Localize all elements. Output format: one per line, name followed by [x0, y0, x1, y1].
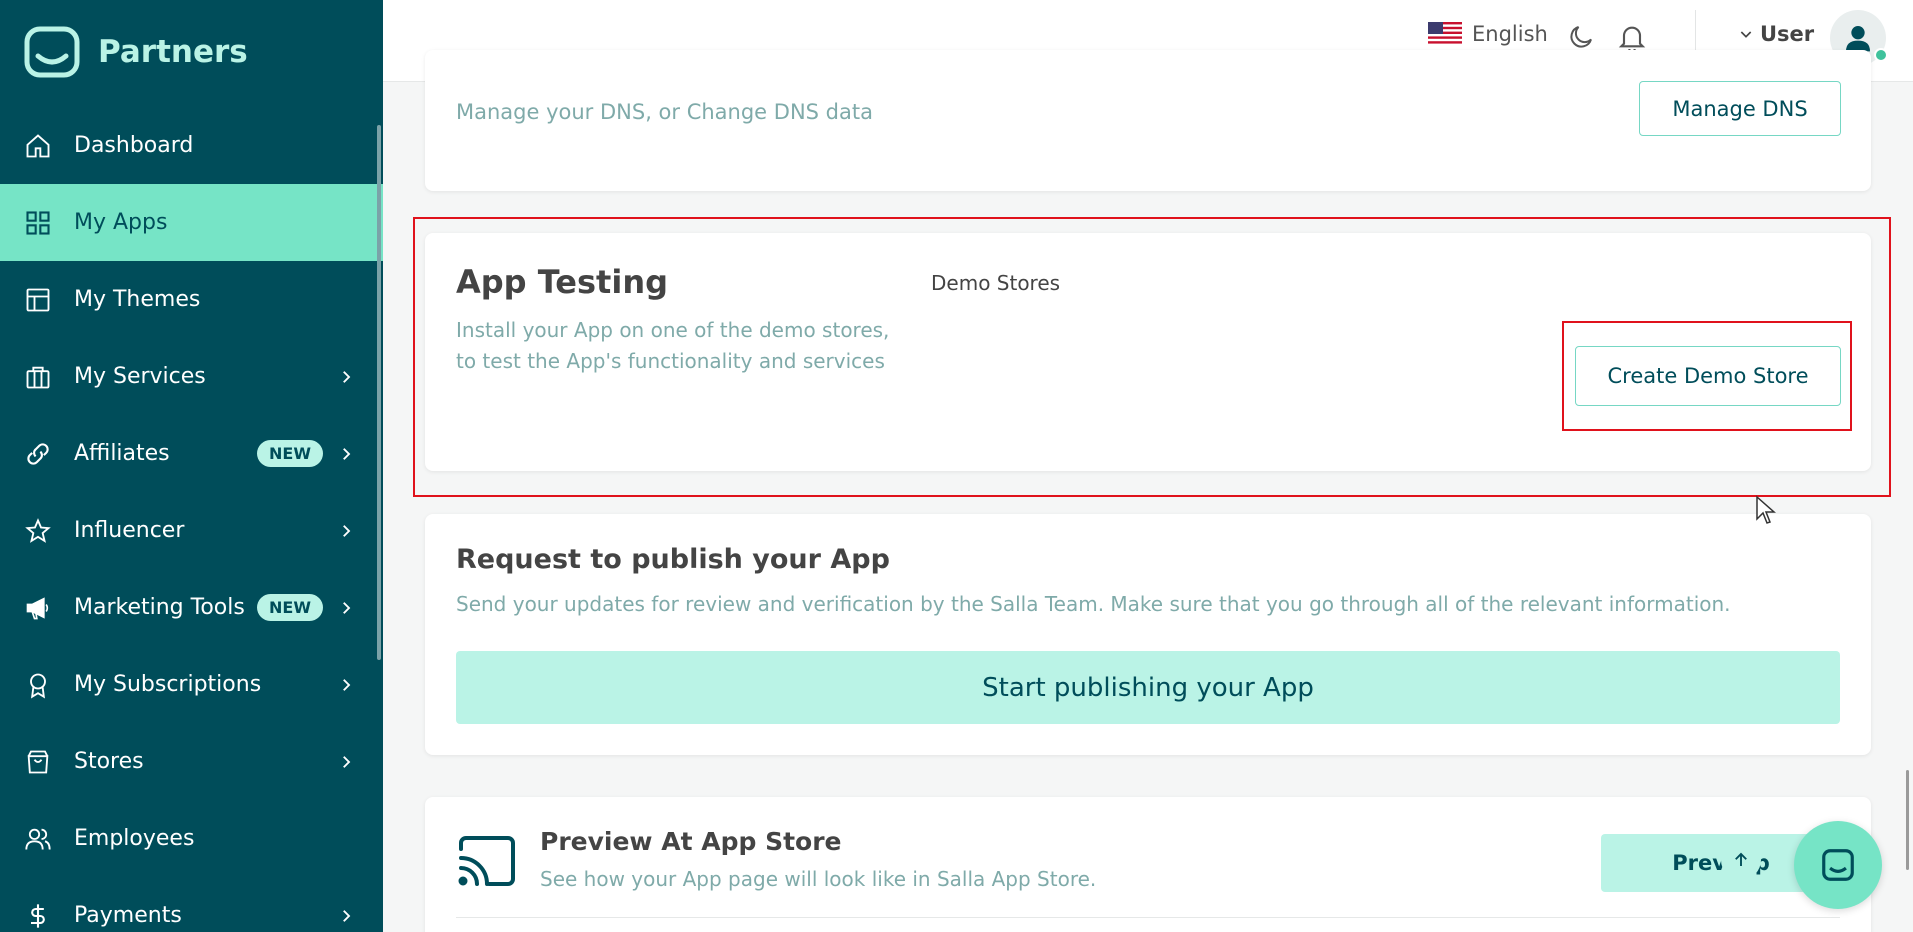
cast-icon	[458, 836, 515, 886]
dns-description: Manage your DNS, or Change DNS data	[456, 100, 873, 124]
user-label: User	[1760, 22, 1815, 46]
preview-description: See how your App page will look like in …	[540, 867, 1097, 891]
brand[interactable]: Partners	[24, 26, 248, 78]
demo-stores-label: Demo Stores	[931, 271, 1061, 295]
page-scrollbar[interactable]	[1906, 770, 1909, 870]
app-testing-title: App Testing	[456, 263, 668, 301]
sidebar-item-label: Payments	[74, 903, 182, 928]
sidebar: Partners Dashboard My Apps My Themes My …	[0, 0, 383, 932]
sidebar-item-marketing-tools[interactable]: Marketing Tools NEW	[0, 569, 383, 646]
layout-icon	[24, 286, 52, 314]
divider	[456, 917, 1840, 918]
dollar-icon	[24, 902, 52, 930]
us-flag-icon	[1428, 22, 1462, 46]
users-icon	[24, 825, 52, 853]
sidebar-item-my-services[interactable]: My Services	[0, 338, 383, 415]
arrow-up-icon	[1735, 852, 1747, 866]
mouse-cursor-icon	[1756, 495, 1776, 524]
create-demo-store-button[interactable]: Create Demo Store	[1575, 346, 1841, 406]
sidebar-item-label: My Services	[74, 364, 206, 389]
user-menu[interactable]: User	[1738, 22, 1814, 46]
publish-title: Request to publish your App	[456, 544, 890, 575]
scroll-to-top-button[interactable]	[1721, 840, 1761, 880]
moon-icon[interactable]	[1566, 22, 1596, 52]
start-publishing-button[interactable]: Start publishing your App	[456, 651, 1840, 724]
award-icon	[24, 671, 52, 699]
online-status-dot	[1874, 48, 1888, 62]
sidebar-item-influencer[interactable]: Influencer	[0, 492, 383, 569]
language-switcher[interactable]: English	[1428, 22, 1548, 46]
grid-icon	[24, 209, 52, 237]
brand-name: Partners	[98, 34, 248, 70]
sidebar-item-payments[interactable]: Payments	[0, 877, 383, 932]
sidebar-item-label: Influencer	[74, 518, 185, 543]
app-testing-card: App Testing Install your App on one of t…	[425, 233, 1871, 471]
preview-card: Preview At App Store See how your App pa…	[425, 797, 1871, 932]
chevron-right-icon	[343, 678, 351, 691]
sidebar-item-label: Dashboard	[74, 133, 194, 158]
sidebar-item-label: Affiliates	[74, 441, 170, 466]
chevron-down-icon	[1740, 31, 1752, 38]
language-label: English	[1472, 22, 1548, 46]
sidebar-item-dashboard[interactable]: Dashboard	[0, 107, 383, 184]
bell-icon[interactable]	[1616, 20, 1648, 54]
sidebar-item-label: My Subscriptions	[74, 672, 262, 697]
sidebar-item-label: Marketing Tools	[74, 595, 245, 620]
sidebar-item-label: Stores	[74, 749, 144, 774]
home-icon	[24, 132, 52, 160]
sidebar-item-label: My Apps	[74, 210, 168, 235]
sidebar-item-stores[interactable]: Stores	[0, 723, 383, 800]
dns-card: Manage your DNS, or Change DNS data Mana…	[425, 50, 1871, 191]
chevron-right-icon	[343, 601, 351, 614]
sidebar-item-affiliates[interactable]: Affiliates NEW	[0, 415, 383, 492]
chevron-right-icon	[343, 909, 351, 922]
sidebar-item-label: Employees	[74, 826, 195, 851]
sidebar-item-employees[interactable]: Employees	[0, 800, 383, 877]
sidebar-item-my-apps[interactable]: My Apps	[0, 184, 383, 261]
shopping-bag-icon	[24, 748, 52, 776]
chevron-right-icon	[343, 524, 351, 537]
app-testing-description: Install your App on one of the demo stor…	[456, 318, 890, 373]
sidebar-item-label: My Themes	[74, 287, 201, 312]
sidebar-item-my-subscriptions[interactable]: My Subscriptions	[0, 646, 383, 723]
partners-logo-icon	[24, 26, 80, 78]
megaphone-icon	[24, 594, 52, 622]
link-icon	[24, 440, 52, 468]
chevron-right-icon	[343, 755, 351, 768]
briefcase-icon	[24, 363, 52, 391]
sidebar-scrollbar[interactable]	[377, 125, 381, 660]
publish-card: Request to publish your App Send your up…	[425, 514, 1871, 755]
new-badge: NEW	[257, 594, 323, 621]
star-icon	[24, 517, 52, 545]
publish-description: Send your updates for review and verific…	[456, 592, 1731, 616]
manage-dns-button[interactable]: Manage DNS	[1639, 81, 1841, 136]
chat-icon	[1822, 849, 1854, 881]
chevron-right-icon	[343, 447, 351, 460]
sidebar-item-my-themes[interactable]: My Themes	[0, 261, 383, 338]
chevron-right-icon	[343, 370, 351, 383]
sidebar-nav: Dashboard My Apps My Themes My Services	[0, 107, 383, 932]
chat-launcher-button[interactable]	[1794, 821, 1882, 909]
preview-title: Preview At App Store	[540, 827, 842, 856]
new-badge: NEW	[257, 440, 323, 467]
